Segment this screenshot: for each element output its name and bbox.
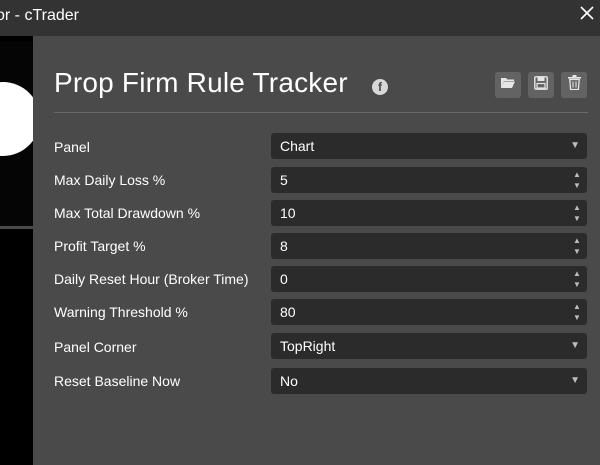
save-icon (534, 75, 548, 95)
spinner-arrows[interactable]: ▲ ▼ (573, 302, 581, 322)
spin-up-icon[interactable]: ▲ (573, 269, 581, 278)
panel-corner-value: TopRight (280, 338, 336, 354)
save-button[interactable] (528, 72, 554, 98)
spin-down-icon[interactable]: ▼ (573, 247, 581, 256)
spin-down-icon[interactable]: ▼ (573, 280, 581, 289)
profit-target-input[interactable]: 8 ▲ ▼ (271, 233, 587, 259)
reset-baseline-now-dropdown[interactable]: No ▼ (271, 368, 587, 394)
warning-threshold-input[interactable]: 80 ▲ ▼ (271, 299, 587, 325)
spin-down-icon[interactable]: ▼ (573, 313, 581, 322)
panel-dropdown[interactable]: Chart ▼ (271, 133, 587, 159)
folder-open-icon (500, 76, 516, 95)
spin-up-icon[interactable]: ▲ (573, 236, 581, 245)
reset-baseline-now-value: No (280, 373, 298, 389)
open-button[interactable] (495, 72, 521, 98)
chart-preview-panel (0, 36, 33, 465)
panel-corner-dropdown[interactable]: TopRight ▼ (271, 333, 587, 359)
spin-down-icon[interactable]: ▼ (573, 181, 581, 190)
max-total-drawdown-value: 10 (280, 205, 296, 221)
daily-reset-hour-value: 0 (280, 271, 288, 287)
preview-circle (0, 82, 33, 156)
trash-icon (567, 75, 581, 95)
field-label-panel-corner: Panel Corner (54, 339, 137, 355)
field-label-profit-target: Profit Target % (54, 238, 146, 254)
chart-preview-top (0, 42, 33, 229)
warning-threshold-value: 80 (280, 304, 296, 320)
chart-preview-bottom (0, 256, 33, 465)
chevron-down-icon: ▼ (570, 140, 580, 151)
field-label-max-total-drawdown: Max Total Drawdown % (54, 205, 201, 221)
field-label-daily-reset-hour: Daily Reset Hour (Broker Time) (54, 271, 249, 287)
field-label-panel: Panel (54, 139, 90, 155)
spin-up-icon[interactable]: ▲ (573, 203, 581, 212)
spinner-arrows[interactable]: ▲ ▼ (573, 203, 581, 223)
field-label-max-daily-loss: Max Daily Loss % (54, 172, 166, 188)
daily-reset-hour-input[interactable]: 0 ▲ ▼ (271, 266, 587, 292)
close-button[interactable] (576, 4, 598, 26)
max-daily-loss-value: 5 (280, 172, 288, 188)
delete-button[interactable] (561, 72, 587, 98)
spinner-arrows[interactable]: ▲ ▼ (573, 236, 581, 256)
spin-up-icon[interactable]: ▲ (573, 302, 581, 311)
spin-down-icon[interactable]: ▼ (573, 214, 581, 223)
spinner-arrows[interactable]: ▲ ▼ (573, 269, 581, 289)
max-total-drawdown-input[interactable]: 10 ▲ ▼ (271, 200, 587, 226)
max-daily-loss-input[interactable]: 5 ▲ ▼ (271, 167, 587, 193)
field-label-warning-threshold: Warning Threshold % (54, 304, 188, 320)
field-label-reset-baseline-now: Reset Baseline Now (54, 373, 181, 389)
header-divider (54, 112, 588, 113)
window-title: or - cTrader (0, 7, 79, 24)
spinner-arrows[interactable]: ▲ ▼ (573, 170, 581, 190)
facebook-icon[interactable]: f (372, 79, 388, 95)
window-titlebar: or - cTrader (0, 0, 600, 36)
close-icon (580, 5, 594, 25)
profit-target-value: 8 (280, 238, 288, 254)
spin-up-icon[interactable]: ▲ (573, 170, 581, 179)
panel-value: Chart (280, 138, 315, 154)
page-title: Prop Firm Rule Tracker (54, 67, 348, 98)
chevron-down-icon: ▼ (570, 375, 580, 386)
chevron-down-icon: ▼ (570, 340, 580, 351)
